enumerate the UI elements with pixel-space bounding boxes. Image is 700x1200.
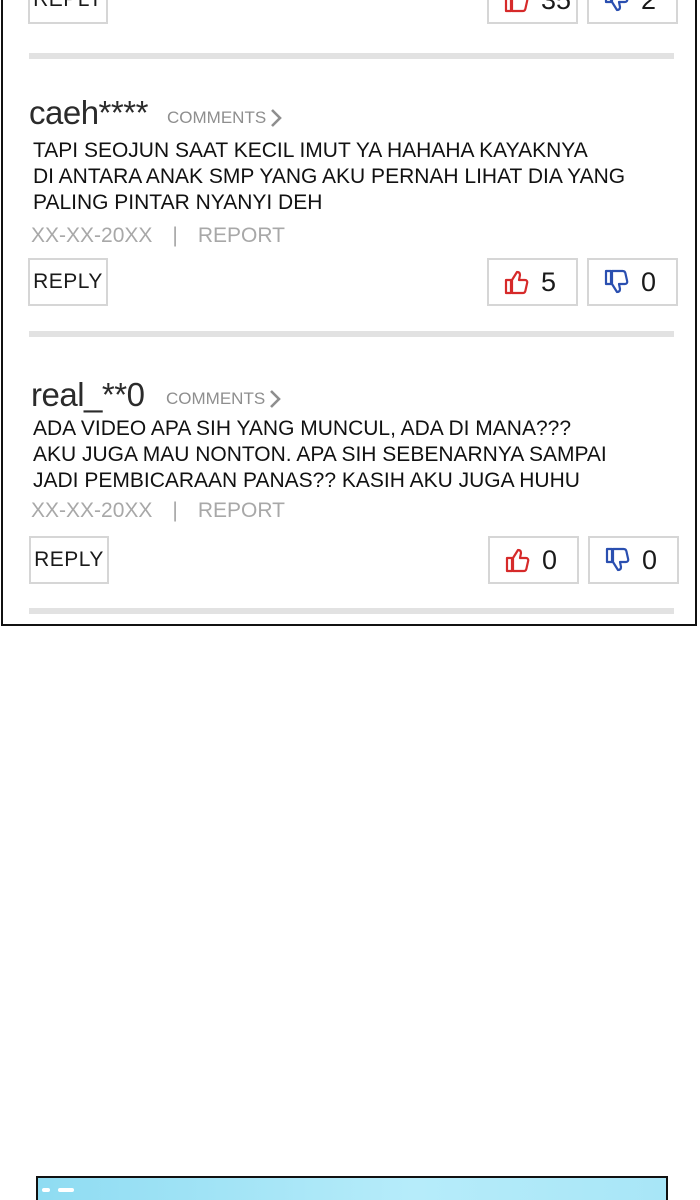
reply-label: REPLY (34, 548, 104, 571)
comments-link[interactable]: COMMENTS (167, 107, 283, 129)
reply-label: REPLY (33, 270, 103, 293)
next-comic-panel (36, 1176, 668, 1200)
comment-text: ADA VIDEO APA SIH YANG MUNCUL, ADA DI MA… (33, 417, 607, 492)
dislike-button[interactable]: 2 (587, 0, 678, 24)
meta-separator: | (172, 499, 178, 522)
dislike-button[interactable]: 0 (587, 258, 678, 306)
comments-link[interactable]: COMMENTS (166, 388, 282, 410)
thumbs-up-icon (503, 0, 529, 13)
divider (29, 608, 674, 614)
reply-button[interactable]: REPLY (28, 0, 108, 24)
reply-label: REPLY (33, 0, 103, 12)
comment-date: XX-XX-20XX (31, 499, 153, 522)
comment-username[interactable]: caeh**** (29, 94, 148, 132)
like-button[interactable]: 0 (488, 536, 579, 584)
thumbs-down-icon (604, 547, 630, 573)
dislike-count: 0 (641, 266, 657, 297)
chevron-right-icon (271, 109, 283, 127)
dislike-button[interactable]: 0 (588, 536, 679, 584)
comment-username[interactable]: real_**0 (31, 376, 145, 414)
dislike-count: 2 (641, 0, 656, 16)
reply-button[interactable]: REPLY (29, 536, 109, 584)
comment-meta: XX-XX-20XX | REPORT (31, 499, 285, 523)
report-link[interactable]: REPORT (198, 224, 285, 247)
like-count: 5 (541, 266, 557, 297)
thumbs-down-icon (603, 0, 629, 13)
comments-link-label: COMMENTS (167, 108, 267, 127)
comments-panel: REPLY 35 2 caeh**** COMMENTS TAPI SEOJUN… (1, 0, 697, 626)
like-count: 35 (541, 0, 571, 16)
like-button[interactable]: 5 (487, 258, 578, 306)
sparkle-decoration (58, 1188, 74, 1192)
comment-meta: XX-XX-20XX | REPORT (31, 224, 285, 248)
thumbs-up-icon (504, 547, 530, 573)
chevron-right-icon (270, 390, 282, 408)
like-button[interactable]: 35 (487, 0, 578, 24)
reply-button[interactable]: REPLY (28, 258, 108, 306)
divider (29, 53, 674, 59)
comment-date: XX-XX-20XX (31, 224, 153, 247)
like-count: 0 (542, 544, 558, 575)
thumbs-up-icon (503, 269, 529, 295)
thumbs-down-icon (603, 269, 629, 295)
webtoon-page: REPLY 35 2 caeh**** COMMENTS TAPI SEOJUN… (0, 0, 700, 1200)
comment-text: TAPI SEOJUN SAAT KECIL IMUT YA HAHAHA KA… (33, 139, 626, 214)
sparkle-decoration (42, 1188, 50, 1192)
comments-link-label: COMMENTS (166, 389, 266, 408)
divider (29, 331, 674, 337)
meta-separator: | (172, 224, 178, 247)
report-link[interactable]: REPORT (198, 499, 285, 522)
dislike-count: 0 (642, 544, 658, 575)
